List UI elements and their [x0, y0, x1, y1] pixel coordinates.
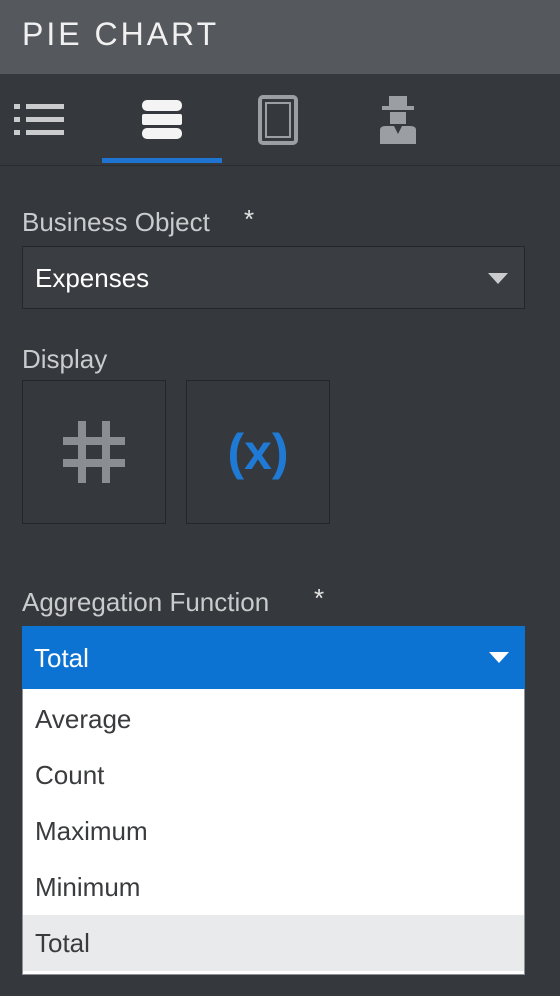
panel-header: PIE CHART [0, 0, 560, 74]
business-object-label: Business Object [22, 207, 210, 237]
tab-general[interactable] [0, 74, 100, 166]
option-maximum[interactable]: Maximum [23, 803, 524, 859]
tab-bar [0, 74, 560, 166]
tab-device[interactable] [218, 74, 338, 166]
business-object-select[interactable]: Expenses [22, 246, 525, 309]
display-field-button[interactable] [22, 380, 166, 524]
hash-icon [63, 421, 125, 483]
list-icon [14, 104, 64, 135]
option-average[interactable]: Average [23, 691, 524, 747]
user-icon [380, 96, 416, 144]
aggregation-function-label: Aggregation Function [22, 587, 270, 617]
business-object-value: Expenses [35, 263, 150, 293]
option-total[interactable]: Total [23, 915, 524, 971]
panel-title: PIE CHART [22, 16, 220, 52]
chevron-down-icon [489, 652, 509, 663]
aggregation-function-value: Total [34, 643, 89, 673]
tab-security[interactable] [338, 74, 458, 166]
tablet-icon [258, 95, 298, 145]
display-expression-button[interactable]: (x) [186, 380, 330, 524]
chevron-down-icon [488, 273, 508, 284]
aggregation-function-select[interactable]: Total [22, 626, 525, 689]
option-minimum[interactable]: Minimum [23, 859, 524, 915]
properties-panel: PIE CHART Business Object * Expenses Dis… [0, 0, 560, 996]
aggregation-dropdown-list: Average Count Maximum Minimum Total [22, 689, 525, 975]
tab-data[interactable] [102, 74, 222, 166]
option-count[interactable]: Count [23, 747, 524, 803]
display-label: Display [22, 344, 108, 374]
expression-icon: (x) [227, 424, 289, 480]
database-icon [142, 100, 182, 139]
active-tab-indicator [102, 158, 222, 163]
required-marker: * [244, 204, 255, 234]
required-marker: * [314, 583, 325, 613]
